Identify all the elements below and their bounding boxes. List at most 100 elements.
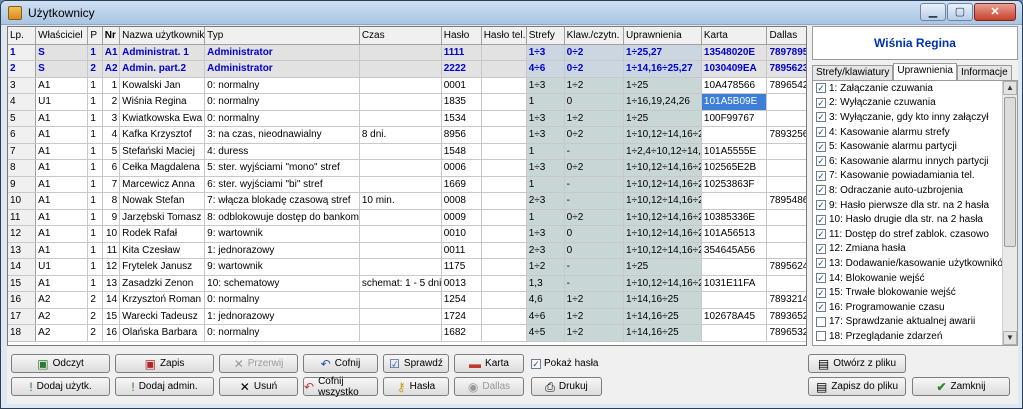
table-cell[interactable]: 1: jednorazowy xyxy=(204,308,360,325)
table-cell[interactable]: - xyxy=(564,258,625,276)
table-cell[interactable]: Krzysztoń Roman xyxy=(119,291,206,309)
table-cell[interactable]: Kita Czesław xyxy=(119,242,206,259)
table-cell[interactable]: 1÷10,12÷14,16÷25 xyxy=(623,275,702,292)
table-cell[interactable]: 7 xyxy=(102,176,121,193)
table-cell[interactable]: A1 xyxy=(35,209,89,226)
table-cell[interactable]: 4,6 xyxy=(526,291,565,309)
table-cell[interactable]: 10: schematowy xyxy=(204,275,360,292)
table-cell[interactable]: 1÷14,16÷25 xyxy=(623,324,702,342)
table-cell[interactable]: - xyxy=(564,176,625,193)
table-cell[interactable]: 1: jednorazowy xyxy=(204,242,360,259)
table-cell[interactable] xyxy=(766,176,806,193)
checked-box-icon[interactable]: ✓ xyxy=(816,229,826,240)
table-cell[interactable]: A2 xyxy=(35,308,89,325)
table-cell[interactable]: 3 xyxy=(102,110,121,127)
table-cell[interactable] xyxy=(481,291,527,309)
table-cell[interactable]: 8 xyxy=(8,159,37,177)
table-cell[interactable] xyxy=(766,110,806,127)
table-cell[interactable]: 3: na czas, nieodnawialny xyxy=(204,126,360,144)
table-cell[interactable]: 0 xyxy=(564,242,625,259)
column-header[interactable]: Uprawnienia xyxy=(623,27,702,45)
checked-box-icon[interactable]: ✓ xyxy=(816,112,826,123)
permission-item[interactable]: ✓ 13: Dodawanie/kasowanie użytkowników xyxy=(813,256,1017,271)
table-cell[interactable] xyxy=(766,143,806,160)
table-cell[interactable]: 10 min. xyxy=(359,192,442,210)
table-cell[interactable]: 0009 xyxy=(441,209,482,226)
table-cell[interactable]: 11 xyxy=(8,209,37,226)
table-cell[interactable] xyxy=(359,242,442,259)
table-cell[interactable] xyxy=(701,258,768,276)
table-cell[interactable] xyxy=(481,209,527,226)
table-cell[interactable]: A2 xyxy=(102,60,121,78)
table-cell[interactable]: Wiśnia Regina xyxy=(119,93,206,111)
table-row[interactable]: 9 A1 1 7 Marcewicz Anna 6: ster. wyjściami "b… xyxy=(8,176,806,193)
table-cell[interactable]: 1 xyxy=(87,143,103,160)
table-cell[interactable]: 1÷3 xyxy=(526,225,565,243)
table-cell[interactable] xyxy=(481,159,527,177)
column-header[interactable]: P xyxy=(87,27,103,45)
table-cell[interactable]: 789562456 xyxy=(766,258,806,276)
table-cell[interactable]: 1÷2 xyxy=(564,291,625,309)
table-row[interactable]: 6 A1 1 4 Kafka Krzysztof 3: na czas, nieodnaw… xyxy=(8,126,806,144)
table-row[interactable]: 18 A2 2 16 Olańska Barbara 0: normalny 1682 4÷5… xyxy=(8,324,806,342)
table-row[interactable]: 7 A1 1 5 Stefański Maciej 4: duress 1548 1-1÷2,… xyxy=(8,143,806,160)
table-cell[interactable]: 102678A45 xyxy=(701,308,768,325)
table-cell[interactable]: 1 xyxy=(87,44,103,61)
table-cell[interactable]: 0÷2 xyxy=(564,44,625,61)
table-cell[interactable]: 1÷10,12÷14,16÷25 xyxy=(623,209,702,226)
table-cell[interactable] xyxy=(481,225,527,243)
table-cell[interactable]: 15 xyxy=(102,308,121,325)
table-cell[interactable]: 1÷3 xyxy=(526,77,565,94)
table-cell[interactable]: 1÷2 xyxy=(564,308,625,325)
title-bar[interactable]: Użytkownicy ▁ ▢ ✕ xyxy=(1,1,1022,25)
permission-item[interactable]: 17: Sprawdzanie aktualnej awarii xyxy=(813,315,1017,330)
permission-item[interactable]: ✓ 7: Kasowanie powiadamiania tel. xyxy=(813,169,1017,184)
scroll-down-icon[interactable]: ▼ xyxy=(1003,331,1017,345)
table-cell[interactable]: 9: wartownik xyxy=(204,225,360,243)
table-cell[interactable] xyxy=(701,324,768,342)
table-cell[interactable] xyxy=(359,209,442,226)
table-cell[interactable]: 16 xyxy=(102,324,121,342)
table-cell[interactable]: 1÷2 xyxy=(526,258,565,276)
table-cell[interactable]: 0 xyxy=(564,225,625,243)
table-cell[interactable]: - xyxy=(564,275,625,292)
close-button[interactable]: ✔ Zamknij xyxy=(912,377,1010,396)
table-row[interactable]: 2 S 2 A2 Admin. part.2 Administrator 2222 4÷6 0÷… xyxy=(8,60,806,78)
table-cell[interactable] xyxy=(766,93,806,111)
column-header[interactable]: Lp. xyxy=(8,27,37,45)
table-cell[interactable]: S xyxy=(35,60,89,78)
permission-item[interactable]: ✓ 2: Wyłączanie czuwania xyxy=(813,96,1017,111)
table-cell[interactable]: 1 xyxy=(87,275,103,292)
table-cell[interactable]: 4÷6 xyxy=(526,60,565,78)
table-cell[interactable] xyxy=(481,126,527,144)
table-cell[interactable]: A1 xyxy=(35,242,89,259)
table-cell[interactable]: 2÷3 xyxy=(526,242,565,259)
table-cell[interactable]: 0: normalny xyxy=(204,291,360,309)
table-cell[interactable]: A1 xyxy=(35,176,89,193)
table-cell[interactable]: 1 xyxy=(87,126,103,144)
table-cell[interactable]: 1,3 xyxy=(526,275,565,292)
table-cell[interactable]: 1÷10,12÷14,16÷25 xyxy=(623,126,702,144)
open-file-button[interactable]: ▤ Otwórz z pliku xyxy=(808,354,906,373)
table-cell[interactable]: 354645A56 xyxy=(701,242,768,259)
table-cell[interactable]: 2 xyxy=(87,308,103,325)
table-cell[interactable] xyxy=(359,291,442,309)
table-cell[interactable]: 0006 xyxy=(441,159,482,177)
table-cell[interactable]: 8 xyxy=(102,192,121,210)
table-cell[interactable] xyxy=(359,324,442,342)
table-cell[interactable]: 1÷3 xyxy=(526,44,565,61)
table-cell[interactable]: 789562365 xyxy=(766,60,806,78)
table-cell[interactable]: 102565E2B xyxy=(701,159,768,177)
permission-item[interactable]: ✓ 16: Programowanie czasu xyxy=(813,300,1017,315)
table-cell[interactable]: A1 xyxy=(102,44,121,61)
table-cell[interactable]: A2 xyxy=(35,291,89,309)
table-cell[interactable]: Kwiatkowska Ewa xyxy=(119,110,206,127)
permission-item[interactable]: ✓19: Resetowanie czujników xyxy=(813,344,1017,345)
table-cell[interactable]: 1÷25 xyxy=(623,110,702,127)
table-cell[interactable]: 1 xyxy=(87,93,103,111)
table-row[interactable]: 1 S 1 A1 Administrat. 1 Administrator 1111 1÷3 0… xyxy=(8,44,806,61)
table-row[interactable]: 15 A1 1 13 Zasadzki Zenon 10: schematowy schem… xyxy=(8,275,806,292)
permissions-scrollbar[interactable]: ▲ ▼ xyxy=(1002,81,1017,345)
permission-item[interactable]: ✓ 9: Hasło pierwsze dla str. na 2 hasła xyxy=(813,198,1017,213)
checked-box-icon[interactable]: ✓ xyxy=(816,273,826,284)
